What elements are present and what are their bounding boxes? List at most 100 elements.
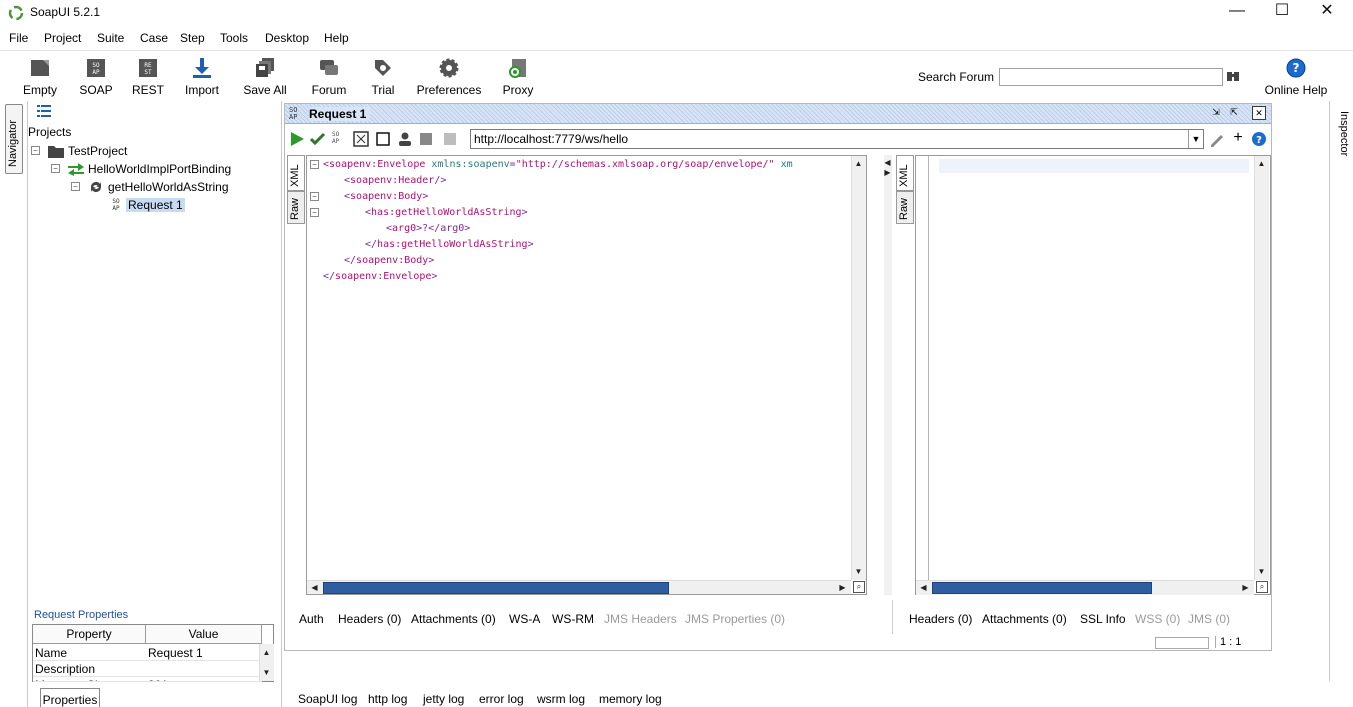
response-horizontal-scrollbar[interactable]: ◀ ▶ [916, 580, 1254, 595]
property-name-cell[interactable]: Message Size [33, 677, 146, 682]
preferences-button[interactable]: Preferences [416, 53, 482, 99]
collapse-right-icon[interactable]: ▶ [881, 166, 894, 179]
collapse-toggle-icon[interactable]: − [71, 182, 80, 191]
proxy-button[interactable]: Proxy [500, 53, 536, 99]
fit-icon[interactable] [353, 131, 369, 147]
tree-item-operation[interactable]: − getHelloWorldAsString [28, 178, 278, 196]
add-assertion-icon[interactable] [310, 131, 326, 147]
scroll-down-icon[interactable]: ▼ [1255, 565, 1268, 578]
run-icon[interactable] [289, 131, 305, 147]
tab-request-raw[interactable]: Raw [287, 191, 305, 224]
zoom-icon[interactable]: ⌕ [853, 581, 865, 593]
scroll-up-icon[interactable]: ▲ [260, 646, 273, 659]
tab-request-xml[interactable]: XML [287, 155, 305, 191]
online-help-button[interactable]: ? Online Help [1262, 53, 1330, 99]
endpoint-url-input[interactable]: http://localhost:7779/ws/hello [470, 129, 1204, 149]
endpoint-dropdown-icon[interactable]: ▼ [1188, 130, 1203, 148]
tab-attachments[interactable]: Attachments (0) [411, 612, 496, 626]
response-editor[interactable]: ▲ ▼ ◀ ▶ ⌕ [915, 155, 1271, 595]
menu-step[interactable]: Step [180, 31, 205, 45]
menu-case[interactable]: Case [140, 31, 168, 45]
add-icon[interactable]: + [1230, 130, 1246, 147]
tree-item-request[interactable]: SO AP Request 1 [28, 196, 278, 214]
menu-file[interactable]: File [9, 31, 28, 45]
scroll-down-icon[interactable]: ▼ [260, 666, 273, 679]
fold-toggle-icon[interactable]: − [310, 160, 319, 169]
minimize-button[interactable]: — [1214, 0, 1260, 24]
request-vertical-scrollbar[interactable]: ▲ ▼ [851, 156, 866, 580]
collapse-toggle-icon[interactable]: − [31, 146, 40, 155]
tab-memory-log[interactable]: memory log [599, 692, 662, 706]
minimize-window-icon[interactable]: ⇲ [1209, 106, 1223, 120]
properties-scrollbar[interactable]: ▲ ▼ [259, 644, 274, 681]
projects-root-label[interactable]: Projects [28, 125, 71, 139]
tab-response-attachments[interactable]: Attachments (0) [982, 612, 1067, 626]
scroll-left-icon[interactable]: ◀ [308, 581, 321, 594]
tab-soapui-log[interactable]: SoapUI log [298, 692, 357, 706]
forum-button[interactable]: Forum [309, 53, 349, 99]
close-window-icon[interactable]: ✕ [1252, 106, 1266, 120]
property-name-cell[interactable]: Description [33, 661, 146, 677]
tab-response-headers[interactable]: Headers (0) [909, 612, 972, 626]
scroll-right-icon[interactable]: ▶ [836, 581, 849, 594]
zoom-icon[interactable]: ⌕ [1256, 581, 1268, 593]
scroll-down-icon[interactable]: ▼ [852, 565, 865, 578]
menu-project[interactable]: Project [44, 31, 81, 45]
soap-project-button[interactable]: SO AP SOAP [78, 53, 114, 99]
help-icon[interactable]: ? [1251, 131, 1267, 147]
property-name-cell[interactable]: Name [33, 645, 146, 661]
tab-ws-a[interactable]: WS-A [509, 612, 540, 626]
tab-headers[interactable]: Headers (0) [338, 612, 401, 626]
tab-ssl-info[interactable]: SSL Info [1080, 612, 1126, 626]
maximize-button[interactable]: ☐ [1259, 0, 1305, 24]
scroll-left-icon[interactable]: ◀ [917, 581, 930, 594]
import-button[interactable]: Import [182, 53, 222, 99]
tab-ws-rm[interactable]: WS-RM [552, 612, 594, 626]
request-horizontal-scrollbar[interactable]: ◀ ▶ [307, 580, 851, 594]
tree-item-binding[interactable]: − HelloWorldImplPortBinding [28, 160, 278, 178]
maximize-window-icon[interactable]: ⇱ [1227, 106, 1241, 120]
column-header-value[interactable]: Value [146, 625, 262, 644]
split-divider[interactable]: ◀ ▶ [884, 155, 892, 595]
soap-icon[interactable]: SO AP [332, 131, 348, 147]
property-value-cell[interactable] [146, 661, 262, 677]
tab-response-raw[interactable]: Raw [896, 191, 914, 224]
column-header-property[interactable]: Property [33, 625, 146, 644]
fold-toggle-icon[interactable]: − [310, 192, 319, 201]
tab-error-log[interactable]: error log [479, 692, 524, 706]
rest-project-button[interactable]: RE ST REST [130, 53, 166, 99]
binoculars-icon[interactable] [1226, 69, 1240, 83]
scroll-right-icon[interactable]: ▶ [1239, 581, 1252, 594]
collapse-toggle-icon[interactable]: − [51, 164, 60, 173]
menu-desktop[interactable]: Desktop [265, 31, 309, 45]
scrollbar-thumb[interactable] [932, 582, 1152, 594]
fold-toggle-icon[interactable]: − [310, 208, 319, 217]
tab-auth[interactable]: Auth [299, 612, 324, 626]
property-value-cell[interactable]: 301 [146, 677, 262, 682]
list-view-icon[interactable] [37, 105, 51, 117]
stop-icon[interactable] [375, 131, 391, 147]
response-vertical-scrollbar[interactable]: ▲ ▼ [1254, 156, 1269, 580]
scroll-up-icon[interactable]: ▲ [852, 157, 865, 170]
menu-suite[interactable]: Suite [97, 31, 124, 45]
scrollbar-thumb[interactable] [323, 582, 669, 594]
property-value-cell[interactable]: Request 1 [146, 645, 262, 661]
menu-help[interactable]: Help [324, 31, 349, 45]
options-icon[interactable] [418, 131, 434, 147]
tab-wsrm-log[interactable]: wsrm log [537, 692, 585, 706]
trial-button[interactable]: Trial [366, 53, 400, 99]
menu-tools[interactable]: Tools [220, 31, 248, 45]
close-button[interactable]: ✕ [1304, 0, 1350, 24]
tab-jetty-log[interactable]: jetty log [423, 692, 464, 706]
request-xml-editor[interactable]: − − − <soapenv:Envelope xmlns:soapenv="h… [306, 155, 867, 595]
inspector-tab[interactable]: Inspector [1329, 101, 1353, 681]
tab-http-log[interactable]: http log [368, 692, 407, 706]
scroll-up-icon[interactable]: ▲ [1255, 157, 1268, 170]
edit-endpoint-icon[interactable] [1209, 131, 1225, 147]
search-forum-input[interactable] [999, 68, 1223, 86]
empty-project-button[interactable]: Empty [20, 53, 60, 99]
navigator-tab[interactable]: Navigator [5, 104, 23, 174]
tree-item-testproject[interactable]: − TestProject [28, 142, 278, 160]
tab-response-xml[interactable]: XML [896, 155, 914, 191]
save-all-button[interactable]: Save All [242, 53, 288, 99]
